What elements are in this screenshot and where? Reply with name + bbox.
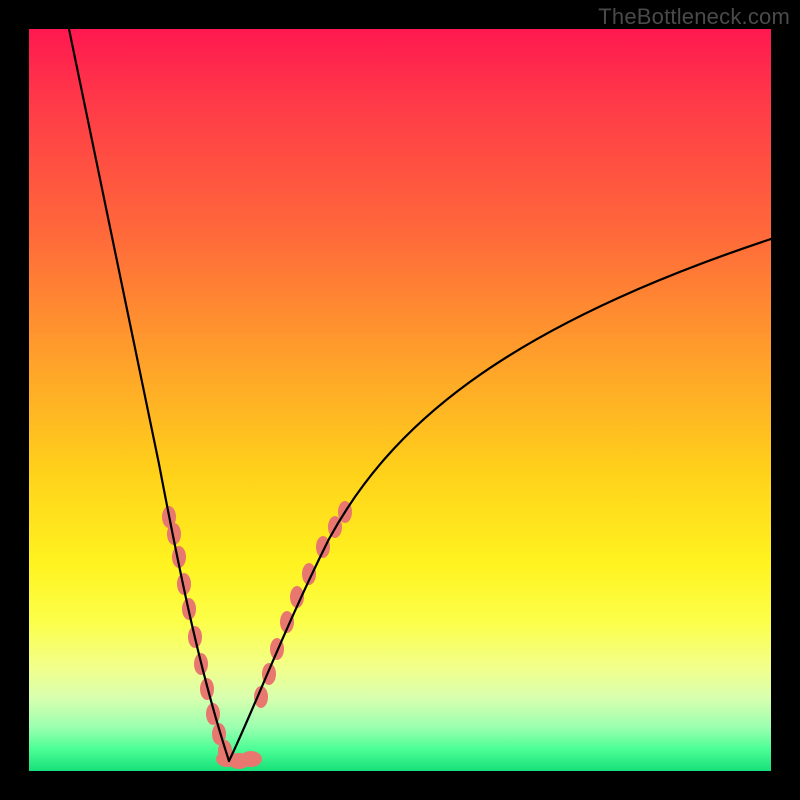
marker-group [162,501,352,769]
curve-left-branch [69,29,229,761]
curve-right-branch [229,239,771,761]
marker-blob [240,751,262,767]
chart-svg [29,29,771,771]
plot-area [29,29,771,771]
chart-frame: TheBottleneck.com [0,0,800,800]
watermark-text: TheBottleneck.com [598,4,790,30]
